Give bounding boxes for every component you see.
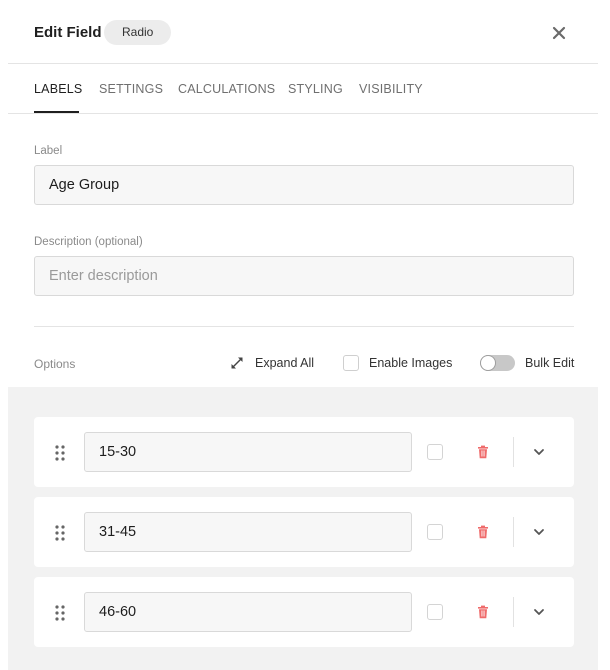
options-list [8, 387, 598, 670]
active-tab-indicator [34, 111, 79, 113]
chevron-down-icon[interactable] [531, 524, 547, 540]
tab-labels[interactable]: LABELS [34, 82, 82, 96]
expand-all-label: Expand All [255, 356, 315, 370]
enable-images-checkbox[interactable] [343, 355, 359, 371]
row-separator [513, 597, 514, 627]
section-divider [34, 326, 574, 327]
panel-title: Edit Field [34, 24, 102, 41]
drag-handle-icon[interactable] [54, 444, 66, 462]
bulk-edit-toggle[interactable] [480, 355, 515, 371]
close-icon [552, 26, 566, 40]
bulk-edit-label: Bulk Edit [525, 356, 575, 370]
tab-calculations[interactable]: CALCULATIONS [178, 82, 275, 96]
options-section-title: Options [34, 357, 76, 371]
description-field-label: Description (optional) [34, 236, 143, 248]
drag-handle-icon[interactable] [54, 604, 66, 622]
row-separator [513, 517, 514, 547]
drag-handle-icon[interactable] [54, 524, 66, 542]
tab-styling[interactable]: STYLING [288, 82, 343, 96]
panel-header: Edit Field Radio [8, 0, 598, 64]
option-value-input[interactable] [84, 512, 412, 552]
edit-field-panel: Edit Field Radio LABELS SETTINGS CALCULA… [8, 0, 598, 670]
option-default-checkbox[interactable] [427, 444, 443, 460]
label-field-label: Label [34, 145, 63, 157]
option-default-checkbox[interactable] [427, 524, 443, 540]
option-row [34, 417, 574, 487]
trash-icon[interactable] [475, 524, 491, 540]
option-value-input[interactable] [84, 432, 412, 472]
tab-bar: LABELS SETTINGS CALCULATIONS STYLING VIS… [8, 64, 598, 114]
enable-images-control[interactable]: Enable Images [343, 353, 452, 373]
trash-icon[interactable] [475, 604, 491, 620]
option-row [34, 497, 574, 567]
tab-settings[interactable]: SETTINGS [99, 82, 163, 96]
option-value-input[interactable] [84, 592, 412, 632]
field-type-badge: Radio [104, 20, 172, 45]
toggle-knob [481, 356, 495, 370]
label-input[interactable] [34, 165, 574, 205]
bulk-edit-control[interactable]: Bulk Edit [480, 353, 574, 373]
tab-visibility[interactable]: VISIBILITY [359, 82, 423, 96]
chevron-down-icon[interactable] [531, 444, 547, 460]
row-separator [513, 437, 514, 467]
chevron-down-icon[interactable] [531, 604, 547, 620]
option-default-checkbox[interactable] [427, 604, 443, 620]
close-button[interactable] [548, 22, 570, 44]
expand-arrows-icon [231, 357, 243, 369]
expand-all-button[interactable]: Expand All [229, 353, 314, 373]
option-row [34, 577, 574, 647]
description-input[interactable] [34, 256, 574, 296]
enable-images-label: Enable Images [369, 356, 453, 370]
trash-icon[interactable] [475, 444, 491, 460]
